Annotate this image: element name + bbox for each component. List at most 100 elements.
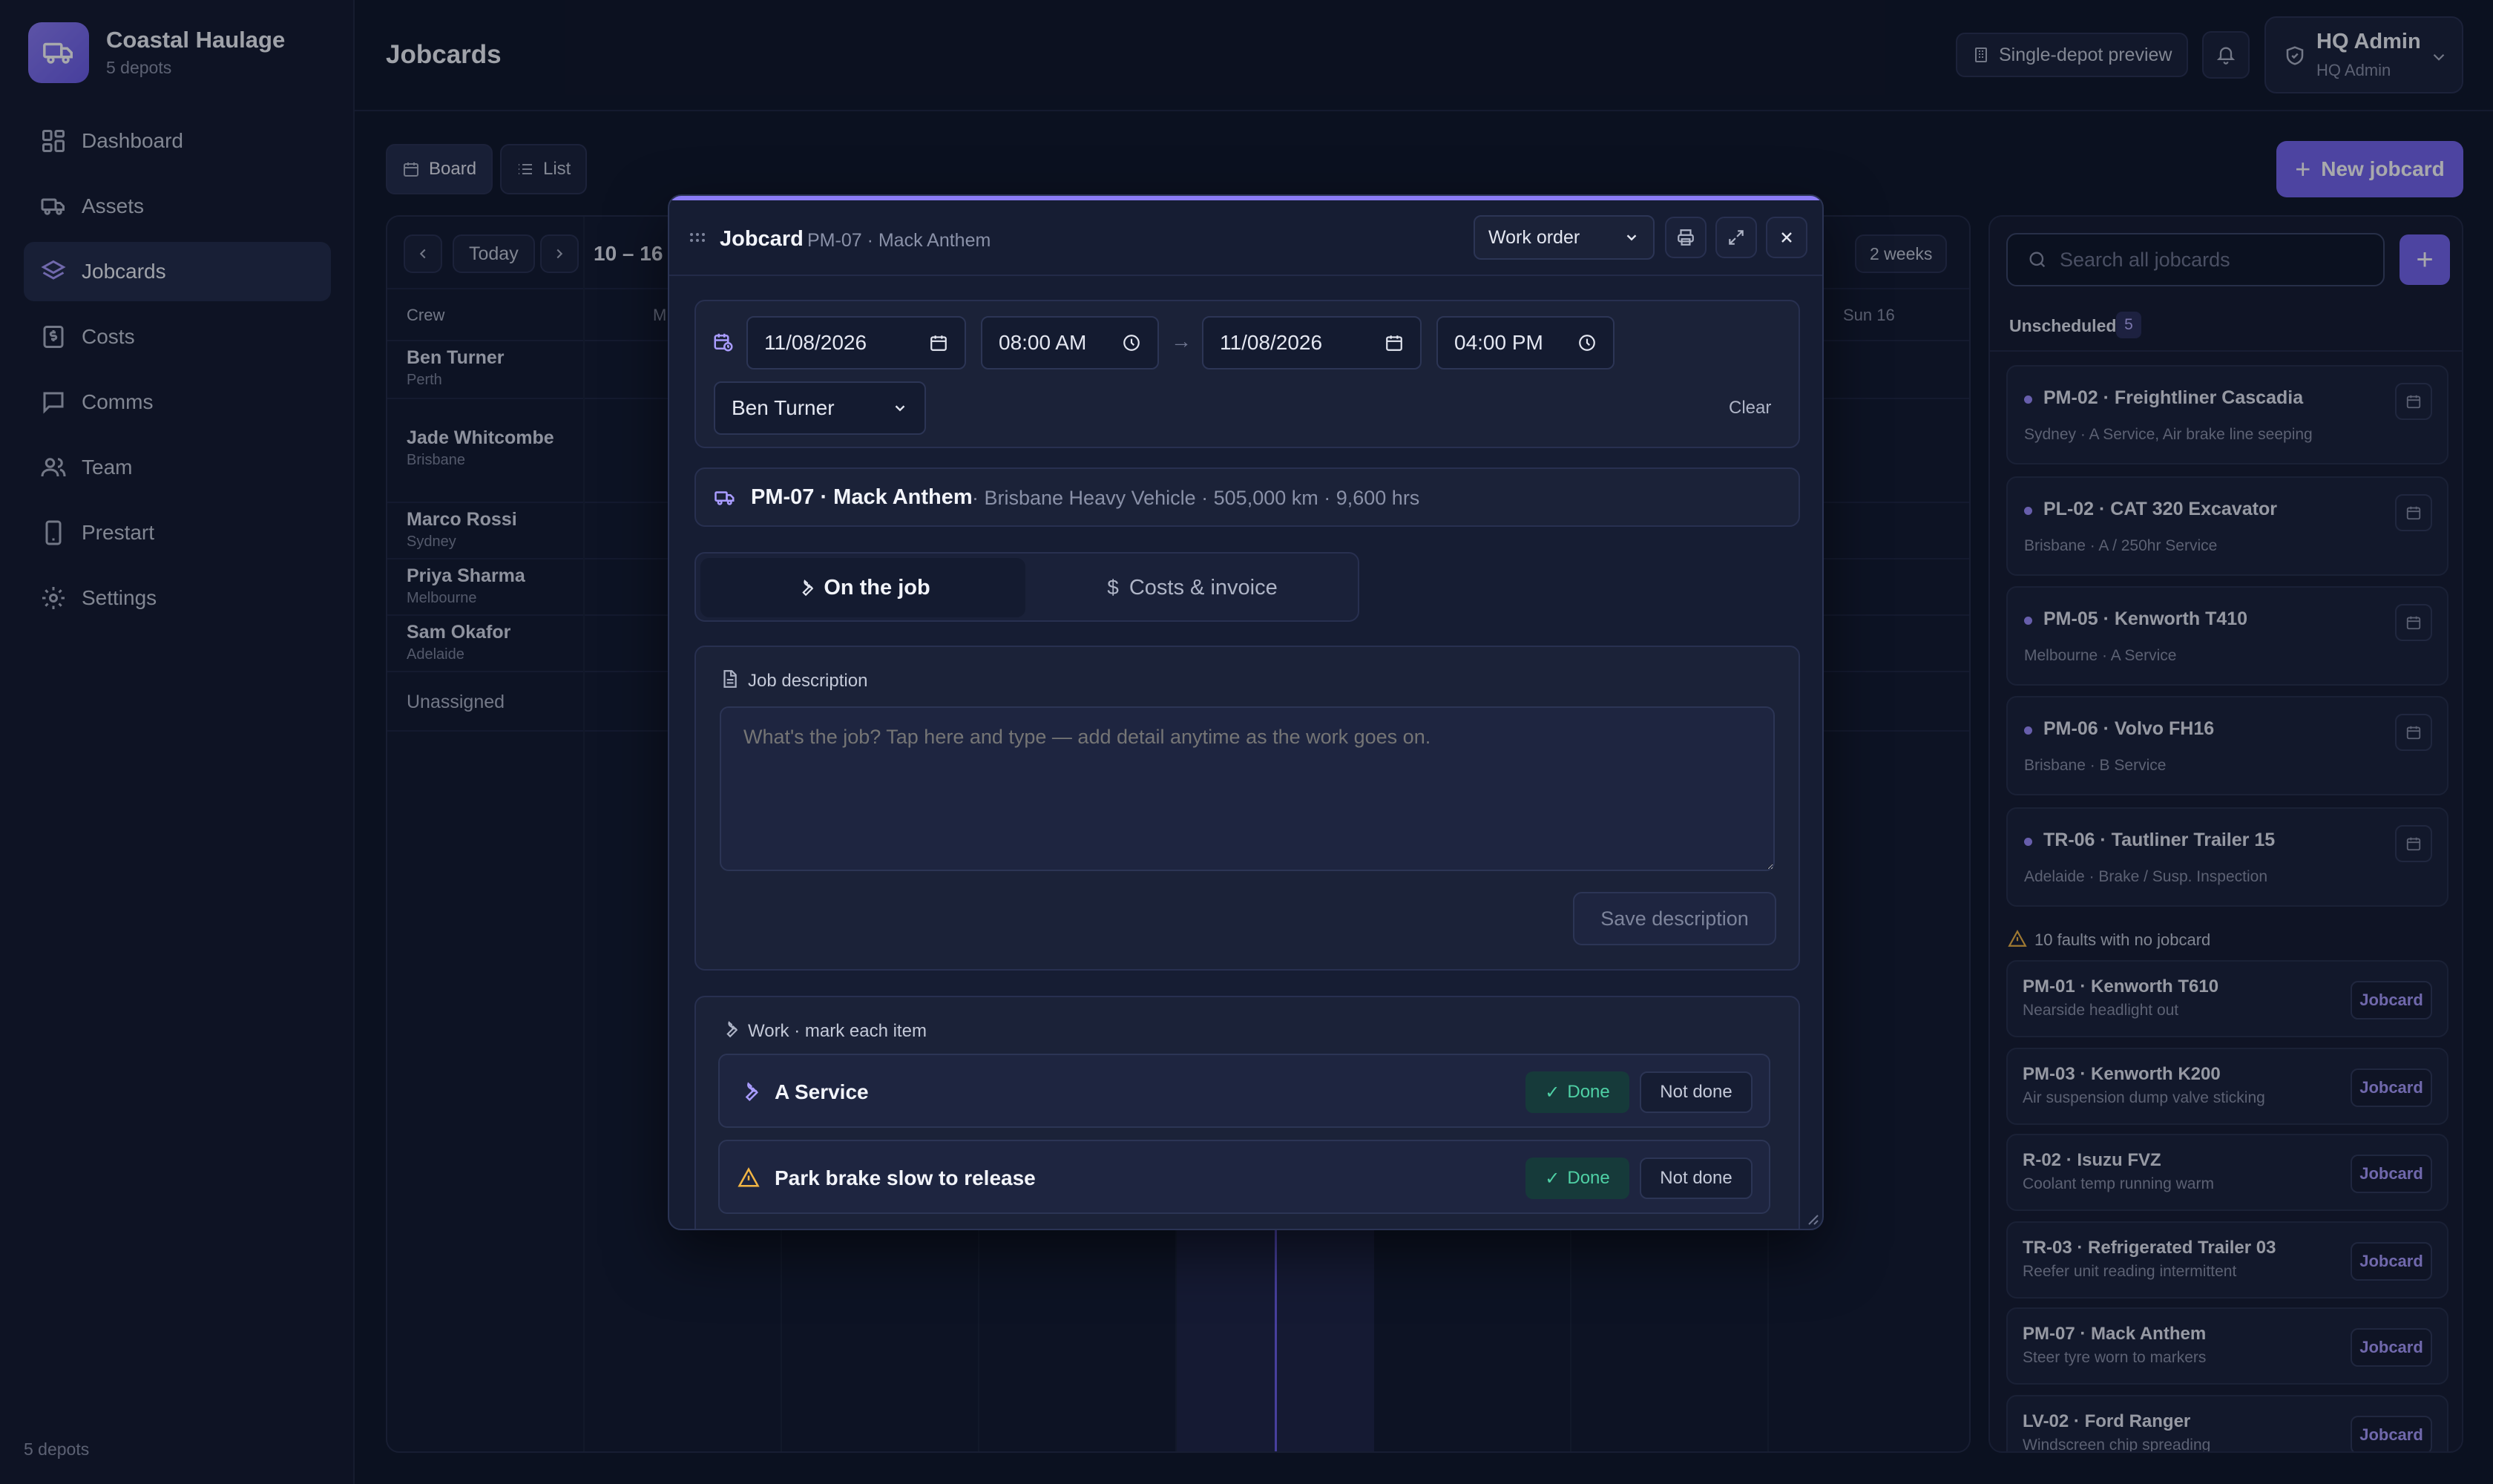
fault-item: PM-03 · Kenworth K200 Air suspension dum… bbox=[2006, 1048, 2448, 1125]
status-dot bbox=[2024, 395, 2032, 404]
nav-item-comms[interactable]: Comms bbox=[24, 372, 331, 432]
fault-description: Nearside headlight out bbox=[2023, 1002, 2179, 1019]
add-jobcard-button[interactable]: + bbox=[2400, 234, 2450, 285]
create-jobcard-button[interactable]: Jobcard bbox=[2351, 1155, 2432, 1193]
resize-handle-icon[interactable] bbox=[1803, 1209, 1819, 1226]
create-jobcard-button[interactable]: Jobcard bbox=[2351, 1416, 2432, 1451]
type-select-value: Work order bbox=[1488, 226, 1580, 248]
search-box[interactable] bbox=[2006, 233, 2385, 286]
crew-row[interactable]: Marco Rossi Sydney bbox=[387, 509, 583, 551]
chevron-down-icon bbox=[895, 405, 905, 412]
notifications-button[interactable] bbox=[2202, 31, 2250, 79]
end-time-value: 04:00 PM bbox=[1454, 331, 1543, 354]
chevron-down-icon bbox=[1626, 234, 1637, 241]
chevron-left-icon bbox=[419, 249, 426, 259]
calendar-icon bbox=[404, 162, 418, 177]
create-jobcard-button[interactable]: Jobcard bbox=[2351, 981, 2432, 1020]
nav-item-costs[interactable]: Costs bbox=[24, 307, 331, 367]
unscheduled-card[interactable]: PM-05 · Kenworth T410 Melbourne · A Serv… bbox=[2006, 586, 2448, 686]
schedule-button[interactable] bbox=[2395, 383, 2432, 420]
create-jobcard-button[interactable]: Jobcard bbox=[2351, 1068, 2432, 1107]
board-view-button[interactable]: Board bbox=[386, 144, 493, 194]
crew-depot: Perth bbox=[407, 372, 442, 388]
new-jobcard-button[interactable]: + New jobcard bbox=[2276, 141, 2463, 197]
crew-row[interactable]: Jade Whitcombe Brisbane bbox=[387, 427, 583, 469]
tab-costs-invoice[interactable]: $ Costs & invoice bbox=[1030, 558, 1355, 617]
single-depot-preview-button[interactable]: Single-depot preview bbox=[1956, 33, 2189, 77]
today-button[interactable]: Today bbox=[453, 234, 535, 273]
next-week-button[interactable] bbox=[540, 234, 579, 273]
calendar-icon bbox=[930, 335, 947, 351]
schedule-button[interactable] bbox=[2395, 604, 2432, 641]
crew-name: Ben Turner bbox=[407, 347, 505, 368]
nav-item-assets[interactable]: Assets bbox=[24, 177, 331, 236]
fault-item: R-02 · Isuzu FVZ Coolant temp running wa… bbox=[2006, 1134, 2448, 1211]
list-view-button[interactable]: List bbox=[500, 144, 588, 194]
card-title: PM-02 · Freightliner Cascadia bbox=[2043, 387, 2304, 408]
unscheduled-card[interactable]: PM-02 · Freightliner Cascadia Sydney · A… bbox=[2006, 365, 2448, 464]
start-time-input[interactable]: 08:00 AM bbox=[981, 316, 1159, 370]
crew-row[interactable]: Ben Turner Perth bbox=[387, 347, 583, 389]
end-date-value: 11/08/2026 bbox=[1220, 331, 1323, 354]
search-input[interactable] bbox=[2060, 248, 2371, 272]
nav-item-team[interactable]: Team bbox=[24, 438, 331, 497]
unscheduled-card[interactable]: PM-06 · Volvo FH16 Brisbane · B Service bbox=[2006, 696, 2448, 795]
main-nav: Dashboard Assets Jobcards Costs Comms Te… bbox=[24, 111, 331, 634]
schedule-button[interactable] bbox=[2395, 714, 2432, 751]
schedule-button[interactable] bbox=[2395, 825, 2432, 862]
mark-not-done-button[interactable]: Not done bbox=[1640, 1158, 1753, 1199]
calendar-icon bbox=[2406, 506, 2421, 520]
end-date-input[interactable]: 11/08/2026 bbox=[1202, 316, 1422, 370]
prev-week-button[interactable] bbox=[404, 234, 442, 273]
modal-subtitle: PM-07 · Mack Anthem bbox=[807, 230, 991, 251]
schedule-button[interactable] bbox=[2395, 494, 2432, 531]
nav-item-jobcards[interactable]: Jobcards bbox=[24, 242, 331, 301]
header-divider bbox=[355, 110, 2493, 111]
crew-row[interactable]: Priya Sharma Melbourne bbox=[387, 565, 583, 607]
clear-schedule-button[interactable]: Clear bbox=[1729, 398, 1771, 418]
fault-title: R-02 · Isuzu FVZ bbox=[2023, 1150, 2161, 1170]
user-menu[interactable]: HQ Admin HQ Admin bbox=[2264, 16, 2463, 93]
start-date-input[interactable]: 11/08/2026 bbox=[746, 316, 966, 370]
drag-handle-icon[interactable] bbox=[689, 230, 706, 245]
two-weeks-button[interactable]: 2 weeks bbox=[1855, 234, 1948, 273]
unscheduled-card[interactable]: PL-02 · CAT 320 Excavator Brisbane · A /… bbox=[2006, 476, 2448, 576]
expand-icon bbox=[1729, 230, 1744, 245]
gear-icon bbox=[42, 587, 65, 609]
jobcard-modal: Jobcard PM-07 · Mack Anthem Work order 1… bbox=[668, 194, 1824, 1230]
assignee-select[interactable]: Ben Turner bbox=[714, 381, 926, 435]
job-description-textarea[interactable] bbox=[720, 706, 1775, 871]
user-name: HQ Admin bbox=[2316, 30, 2421, 53]
jobcard-type-select[interactable]: Work order bbox=[1474, 215, 1655, 260]
crew-depot: Adelaide bbox=[407, 646, 464, 663]
nav-item-settings[interactable]: Settings bbox=[24, 568, 331, 628]
unscheduled-card[interactable]: TR-06 · Tautliner Trailer 15 Adelaide · … bbox=[2006, 807, 2448, 907]
truck-icon bbox=[715, 491, 735, 505]
expand-button[interactable] bbox=[1715, 217, 1757, 258]
printer-icon bbox=[1678, 229, 1694, 246]
assignee-value: Ben Turner bbox=[732, 396, 835, 419]
end-time-input[interactable]: 04:00 PM bbox=[1436, 316, 1615, 370]
dashboard-icon bbox=[42, 130, 65, 152]
status-dot bbox=[2024, 838, 2032, 846]
chevron-right-icon bbox=[556, 249, 563, 259]
create-jobcard-button[interactable]: Jobcard bbox=[2351, 1242, 2432, 1281]
nav-label: Comms bbox=[82, 390, 154, 413]
crew-name: Priya Sharma bbox=[407, 565, 525, 586]
check-icon: ✓ bbox=[1545, 1082, 1560, 1103]
mark-done-button[interactable]: ✓ Done bbox=[1525, 1071, 1629, 1113]
close-button[interactable] bbox=[1766, 217, 1807, 258]
mark-done-button[interactable]: ✓ Done bbox=[1525, 1158, 1629, 1199]
layers-icon bbox=[41, 260, 66, 280]
warning-icon bbox=[738, 1167, 760, 1187]
wrench-icon bbox=[745, 1082, 758, 1102]
tab-on-the-job[interactable]: On the job bbox=[700, 558, 1025, 617]
mark-not-done-button[interactable]: Not done bbox=[1640, 1071, 1753, 1113]
print-button[interactable] bbox=[1665, 217, 1707, 258]
nav-item-dashboard[interactable]: Dashboard bbox=[24, 111, 331, 171]
nav-item-prestart[interactable]: Prestart bbox=[24, 503, 331, 562]
new-jobcard-label: New jobcard bbox=[2321, 157, 2445, 180]
save-description-button[interactable]: Save description bbox=[1573, 892, 1776, 945]
crew-row[interactable]: Sam Okafor Adelaide bbox=[387, 622, 583, 663]
create-jobcard-button[interactable]: Jobcard bbox=[2351, 1328, 2432, 1367]
